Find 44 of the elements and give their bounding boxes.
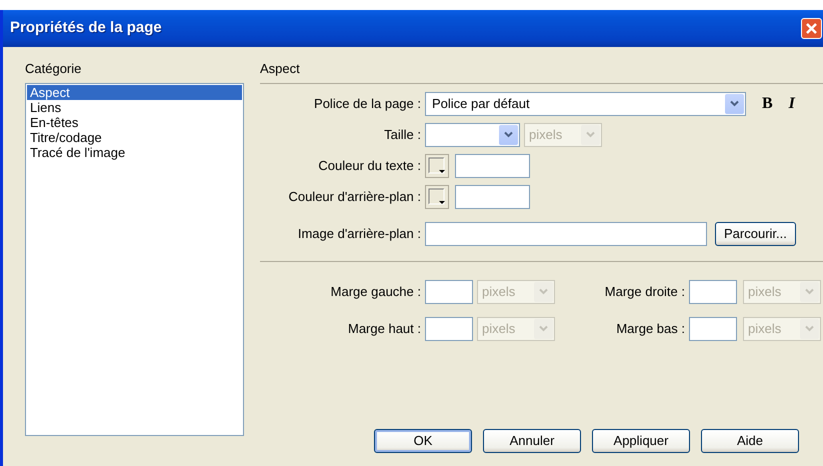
image-path-field[interactable] <box>425 222 707 246</box>
category-item[interactable]: Liens <box>27 100 242 114</box>
field-label: Marge gauche : <box>330 282 421 301</box>
font-dropdown[interactable]: Police par défaut <box>425 92 746 116</box>
color-picker-button[interactable] <box>425 184 449 208</box>
close-icon <box>805 22 818 35</box>
chevron-down-icon <box>730 100 739 107</box>
category-item[interactable]: Aspect <box>27 84 242 100</box>
field-label: Couleur d'arrière-plan : <box>287 188 421 206</box>
category-label: Catégorie <box>25 60 82 78</box>
chevron-down-icon <box>504 131 513 138</box>
dialog-button[interactable]: Appliquer <box>592 429 690 453</box>
chevron-down-icon <box>586 131 595 138</box>
section-title: Aspect <box>260 59 823 84</box>
category-item[interactable]: Titre/codage <box>27 130 242 144</box>
margin-input-field[interactable] <box>425 280 473 304</box>
field-label: Image d'arrière-plan : <box>296 224 421 243</box>
chevron-down-icon <box>805 325 814 332</box>
browse-button[interactable]: Parcourir... <box>715 222 796 246</box>
dialog-button[interactable]: Aide <box>701 429 799 453</box>
field-label: Taille : <box>383 126 421 144</box>
color-input-field[interactable] <box>455 154 530 178</box>
category-item[interactable]: En-têtes <box>27 114 242 130</box>
italic-button[interactable]: I <box>782 92 801 116</box>
margin-input-field[interactable] <box>425 316 473 340</box>
close-button[interactable] <box>801 18 822 39</box>
margin-input-field[interactable] <box>689 316 737 340</box>
field-label: Marge droite : <box>604 282 685 301</box>
field-label: Marge haut : <box>347 320 421 338</box>
size-dropdown[interactable] <box>425 122 520 146</box>
chevron-down-icon <box>539 288 548 295</box>
chevron-down-icon <box>805 288 814 295</box>
field-label: Police de la page : <box>313 94 421 113</box>
color-input-field[interactable] <box>455 184 530 208</box>
field-label: Marge bas : <box>615 320 685 338</box>
category-item[interactable]: Tracé de l'image <box>27 144 242 160</box>
color-picker-button[interactable] <box>425 154 449 178</box>
dialog-button[interactable]: OK <box>374 429 472 453</box>
bold-button[interactable]: B <box>756 92 779 116</box>
window-title: Propriétés de la page <box>10 18 162 38</box>
dialog-button[interactable]: Annuler <box>483 429 581 453</box>
field-label: Couleur du texte : <box>317 156 421 175</box>
chevron-down-icon <box>539 325 548 332</box>
margin-input-field[interactable] <box>689 280 737 304</box>
